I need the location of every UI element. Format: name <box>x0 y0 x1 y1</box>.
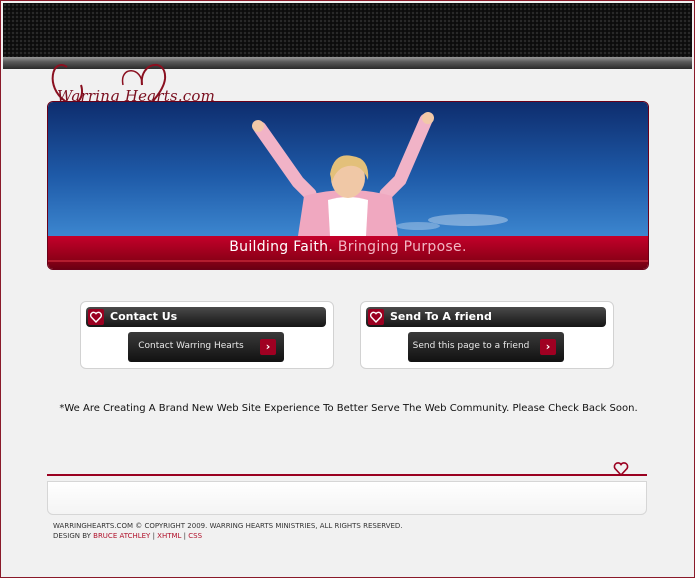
send-to-friend-button-label: Send this page to a friend <box>412 341 530 351</box>
header-bar <box>3 3 692 57</box>
heart-icon <box>368 309 384 325</box>
contact-button-label: Contact Warring Hearts <box>138 341 244 351</box>
contact-button[interactable]: Contact Warring Hearts › <box>128 332 284 362</box>
tagline-accent: Bringing Purpose. <box>337 239 467 255</box>
footer-separator: | <box>152 532 155 540</box>
footer-divider <box>47 474 647 476</box>
designer-link[interactable]: BRUCE ATCHLEY <box>93 532 150 540</box>
xhtml-link[interactable]: XHTML <box>157 532 181 540</box>
tagline-main: Building Faith. <box>229 239 334 255</box>
footer-separator: | <box>183 532 187 540</box>
design-by-label: DESIGN BY <box>53 532 91 540</box>
footer-copyright: WARRINGHEARTS.COM © COPYRIGHT 2009. WARR… <box>53 521 403 541</box>
send-to-friend-header: Send To A friend <box>366 307 606 327</box>
contact-us-title: Contact Us <box>110 310 178 323</box>
send-to-friend-button[interactable]: Send this page to a friend › <box>408 332 564 362</box>
css-link[interactable]: CSS <box>188 532 202 540</box>
send-to-friend-title: Send To A friend <box>390 310 492 323</box>
hero-tagline: Building Faith. Bringing Purpose. <box>48 239 648 255</box>
tagline-divider <box>48 260 648 262</box>
contact-us-header: Contact Us <box>86 307 326 327</box>
contact-us-box: Contact Us Contact Warring Hearts › <box>80 301 334 369</box>
design-credit: DESIGN BY BRUCE ATCHLEY | XHTML | CSS <box>53 531 403 541</box>
heart-icon <box>613 462 629 477</box>
footer-panel <box>47 481 647 515</box>
site-notice: *We Are Creating A Brand New Web Site Ex… <box>59 403 638 414</box>
page-frame: Warring Hearts.com Building Faith. Bring… <box>0 0 695 578</box>
hero-person-illustration <box>252 112 508 236</box>
send-to-friend-box: Send To A friend Send this page to a fri… <box>360 301 614 369</box>
copyright-text: WARRINGHEARTS.COM © COPYRIGHT 2009. WARR… <box>53 522 403 530</box>
chevron-right-icon: › <box>260 339 276 355</box>
chevron-right-icon: › <box>540 339 556 355</box>
hero-image <box>48 102 648 236</box>
hero-banner: Building Faith. Bringing Purpose. <box>47 101 649 270</box>
heart-icon <box>88 309 104 325</box>
